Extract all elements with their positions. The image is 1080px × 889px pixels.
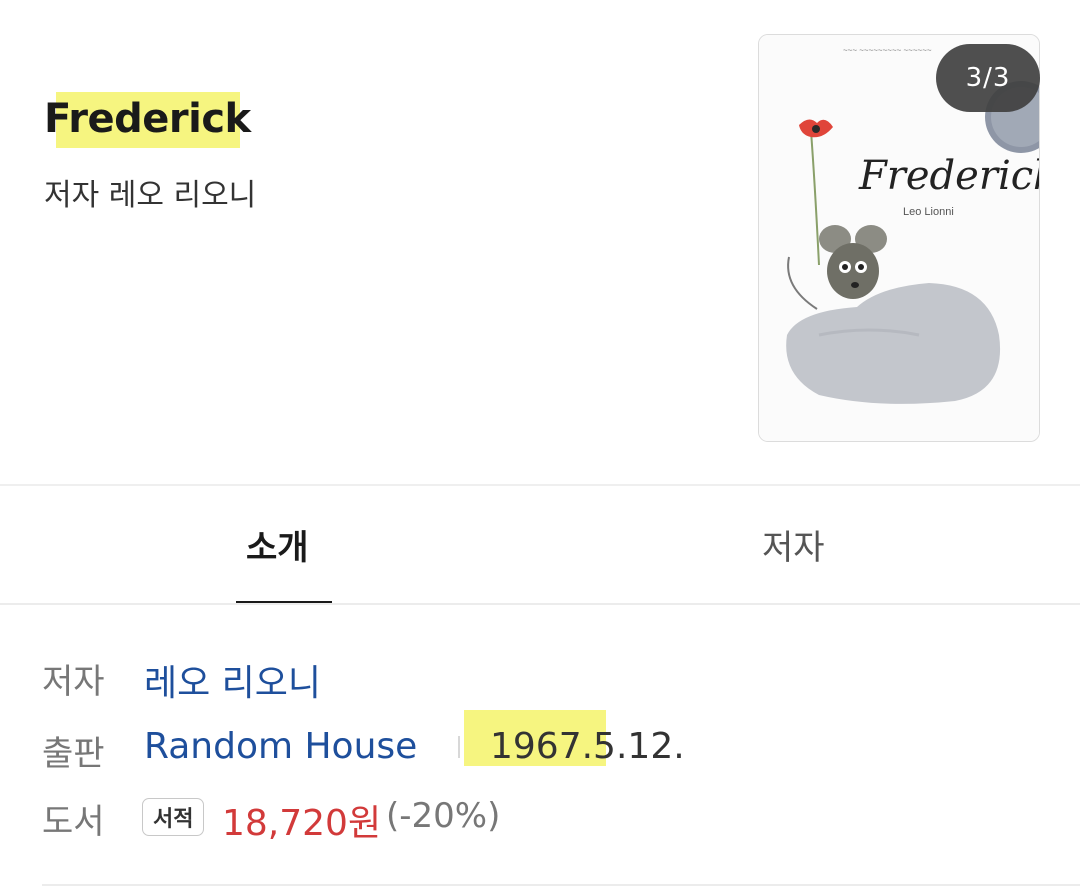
svg-text:~~~ ~~~~~~~~~ ~~~~~~: ~~~ ~~~~~~~~~ ~~~~~~ — [843, 46, 932, 55]
tabs-divider — [0, 603, 1080, 605]
author-label: 저자 — [42, 662, 105, 702]
cover-title: Frederick — [858, 153, 1040, 199]
price[interactable]: 18,720원 — [222, 794, 381, 846]
page-subtitle: 저자 레오 리오니 — [44, 178, 257, 213]
publisher-link[interactable]: Random House — [144, 726, 417, 767]
cover-author: Leo Lionni — [903, 206, 954, 218]
bottom-divider — [42, 884, 1080, 886]
tab-author[interactable]: 저자 — [762, 520, 825, 569]
publish-date: 1967.5.12. — [490, 726, 685, 767]
tab-intro[interactable]: 소개 — [246, 520, 309, 569]
book-label: 도서 — [42, 802, 105, 842]
publisher-label: 출판 — [42, 734, 105, 774]
discount-rate: (-20%) — [386, 796, 501, 836]
author-link[interactable]: 레오 리오니 — [144, 654, 321, 706]
image-counter: 3/3 — [936, 44, 1040, 112]
section-divider — [0, 484, 1080, 486]
page-title: Frederick — [44, 96, 251, 142]
format-badge: 서적 — [142, 798, 205, 836]
separator — [458, 736, 460, 758]
